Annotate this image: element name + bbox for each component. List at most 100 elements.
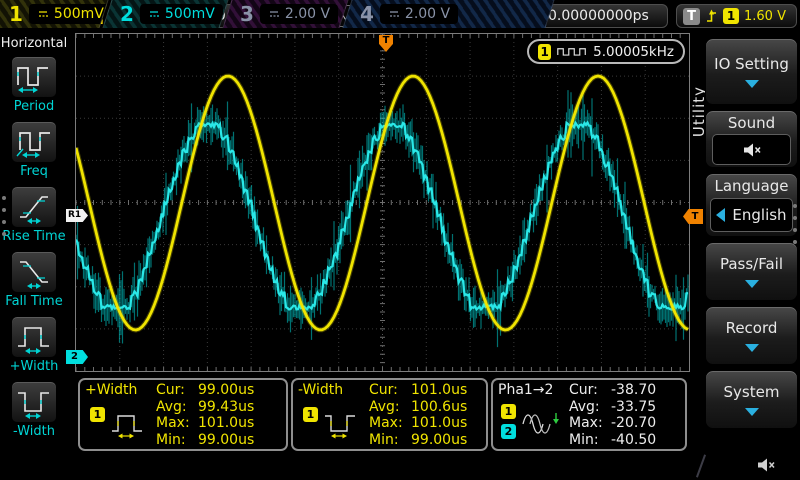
measurement-stats: Cur:99.00us Avg:99.43us Max:101.0us Min:… [156,380,286,449]
dc-coupling-icon [148,9,160,19]
dc-coupling-icon [388,9,400,19]
sound-label: Sound [728,114,775,132]
delay-value: 0.00000000ps [548,8,649,24]
menu-item-label: Freq [20,164,48,179]
sound-toggle[interactable] [712,134,791,165]
frequency-counter-badge: 1 5.00005kHz [527,39,685,64]
stat-label: Cur: [369,382,411,398]
menu-item-label: Period [14,99,55,114]
channel-1-scale: 500mV [54,6,104,22]
menu-item-label: Fall Time [5,294,62,309]
stat-label: Min: [569,432,611,448]
stat-label: Max: [156,415,198,431]
rising-edge-icon [705,8,718,24]
channel-1-scale-pill[interactable]: 500mV [29,4,109,24]
stat-label: Min: [156,432,198,448]
measurement-box-nwidth[interactable]: -Width 1 Cur:101.0us Avg:100.6us Max:101… [291,378,488,451]
menu-item-freq[interactable]: Freq [0,121,68,179]
stat-label: Max: [369,415,411,431]
channel-4-scale-pill[interactable]: 2.00 V [380,4,458,24]
waveform-display[interactable] [75,33,690,372]
chevron-down-icon [745,344,759,352]
stat-label: Max: [569,415,611,431]
trigger-level-value: 1.60 V [744,9,786,24]
channel-2-scale-pill[interactable]: 500mV [140,4,223,24]
dc-coupling-icon [37,9,49,19]
channel-1-badge: 1 [303,407,318,422]
trigger-key: T [683,8,700,25]
stat-label: Cur: [569,382,611,398]
fall-time-icon [15,255,53,289]
io-setting-button[interactable]: IO Setting [705,38,798,105]
freq-button[interactable] [11,121,57,163]
menu-item-label: -Width [13,424,55,439]
nwidth-measure-icon [323,410,359,440]
channel-4-section[interactable]: 4 2.00 V [342,0,554,28]
stat-value: 99.00us [198,382,254,398]
measurement-name: -Width [298,382,343,398]
channel-1-number: 1 [9,2,23,26]
stat-label: Avg: [569,399,611,415]
channel-4-number: 4 [360,2,374,26]
menu-item-period[interactable]: Period [0,56,68,114]
channel-3-scale-pill[interactable]: 2.00 V [260,4,338,24]
menu-item-label: Rise Time [2,229,65,244]
trigger-settings-badge[interactable]: T 1 1.60 V [676,4,797,28]
channel-1-badge: 1 [90,407,105,422]
channel-2-scale: 500mV [165,6,215,22]
phase-measure-icon [521,408,565,440]
pass-fail-button[interactable]: Pass/Fail [705,242,798,301]
measurement-box-pwidth[interactable]: +Width 1 Cur:99.00us Avg:99.43us Max:101… [78,378,288,451]
left-menu-scroll-dots [2,196,6,236]
period-icon [15,60,53,94]
stat-value: -40.50 [611,432,656,448]
channel-3-scale: 2.00 V [285,6,330,22]
menu-item-fall-time[interactable]: Fall Time [0,251,68,309]
sound-button[interactable]: Sound [705,110,798,168]
system-button[interactable]: System [705,370,798,429]
fall-time-button[interactable] [11,251,57,293]
stat-label: Avg: [369,399,411,415]
nwidth-icon [15,385,53,419]
channel-2-section[interactable]: 2 500mV [102,0,228,28]
chevron-down-icon [745,80,759,88]
menu-item-nwidth[interactable]: -Width [0,381,68,439]
stat-value: 99.43us [198,399,254,415]
chevron-left-icon [716,208,725,222]
pwidth-button[interactable] [11,316,57,358]
record-button[interactable]: Record [705,306,798,365]
language-value: English [732,206,786,224]
stat-value: 101.0us [411,415,467,431]
stat-label: Avg: [156,399,198,415]
channel-1-badge: 1 [501,404,516,419]
io-setting-label: IO Setting [714,55,789,73]
channel-2-number: 2 [120,2,134,26]
language-select[interactable]: English [710,198,793,232]
rise-time-button[interactable] [11,186,57,228]
pwidth-icon [15,320,53,354]
language-button[interactable]: Language English [705,173,798,237]
measurement-stats: Cur:101.0us Avg:100.6us Max:101.0us Min:… [369,380,486,449]
oscilloscope-screen: RIGOL T'D H 50.0us 500MSa/s 300k pts D 0… [0,0,800,480]
dc-coupling-icon [268,9,280,19]
stat-value: 99.00us [198,432,254,448]
speaker-muted-icon [742,141,762,159]
record-label: Record [726,319,778,337]
pwidth-measure-icon [110,410,146,440]
measurement-box-phase[interactable]: Pha1→2 1 2 Cur:-38.70 Avg:-33.75 Max:-20… [491,378,687,451]
stat-value: 101.0us [198,415,254,431]
stat-label: Min: [369,432,411,448]
nwidth-button[interactable] [11,381,57,423]
channel-1-section[interactable]: 1 500mV [0,0,109,28]
channel-3-section[interactable]: 3 2.00 V [222,0,348,28]
chevron-down-icon [745,408,759,416]
stat-value: -20.70 [611,415,656,431]
measurement-name: +Width [85,382,137,398]
stat-value: -38.70 [611,382,656,398]
channel-2-badge: 2 [501,424,516,439]
rise-time-icon [15,190,53,224]
menu-item-pwidth[interactable]: +Width [0,316,68,374]
menu-item-rise-time[interactable]: Rise Time [0,186,68,244]
right-menu-scroll-dots [793,204,797,244]
period-button[interactable] [11,56,57,98]
